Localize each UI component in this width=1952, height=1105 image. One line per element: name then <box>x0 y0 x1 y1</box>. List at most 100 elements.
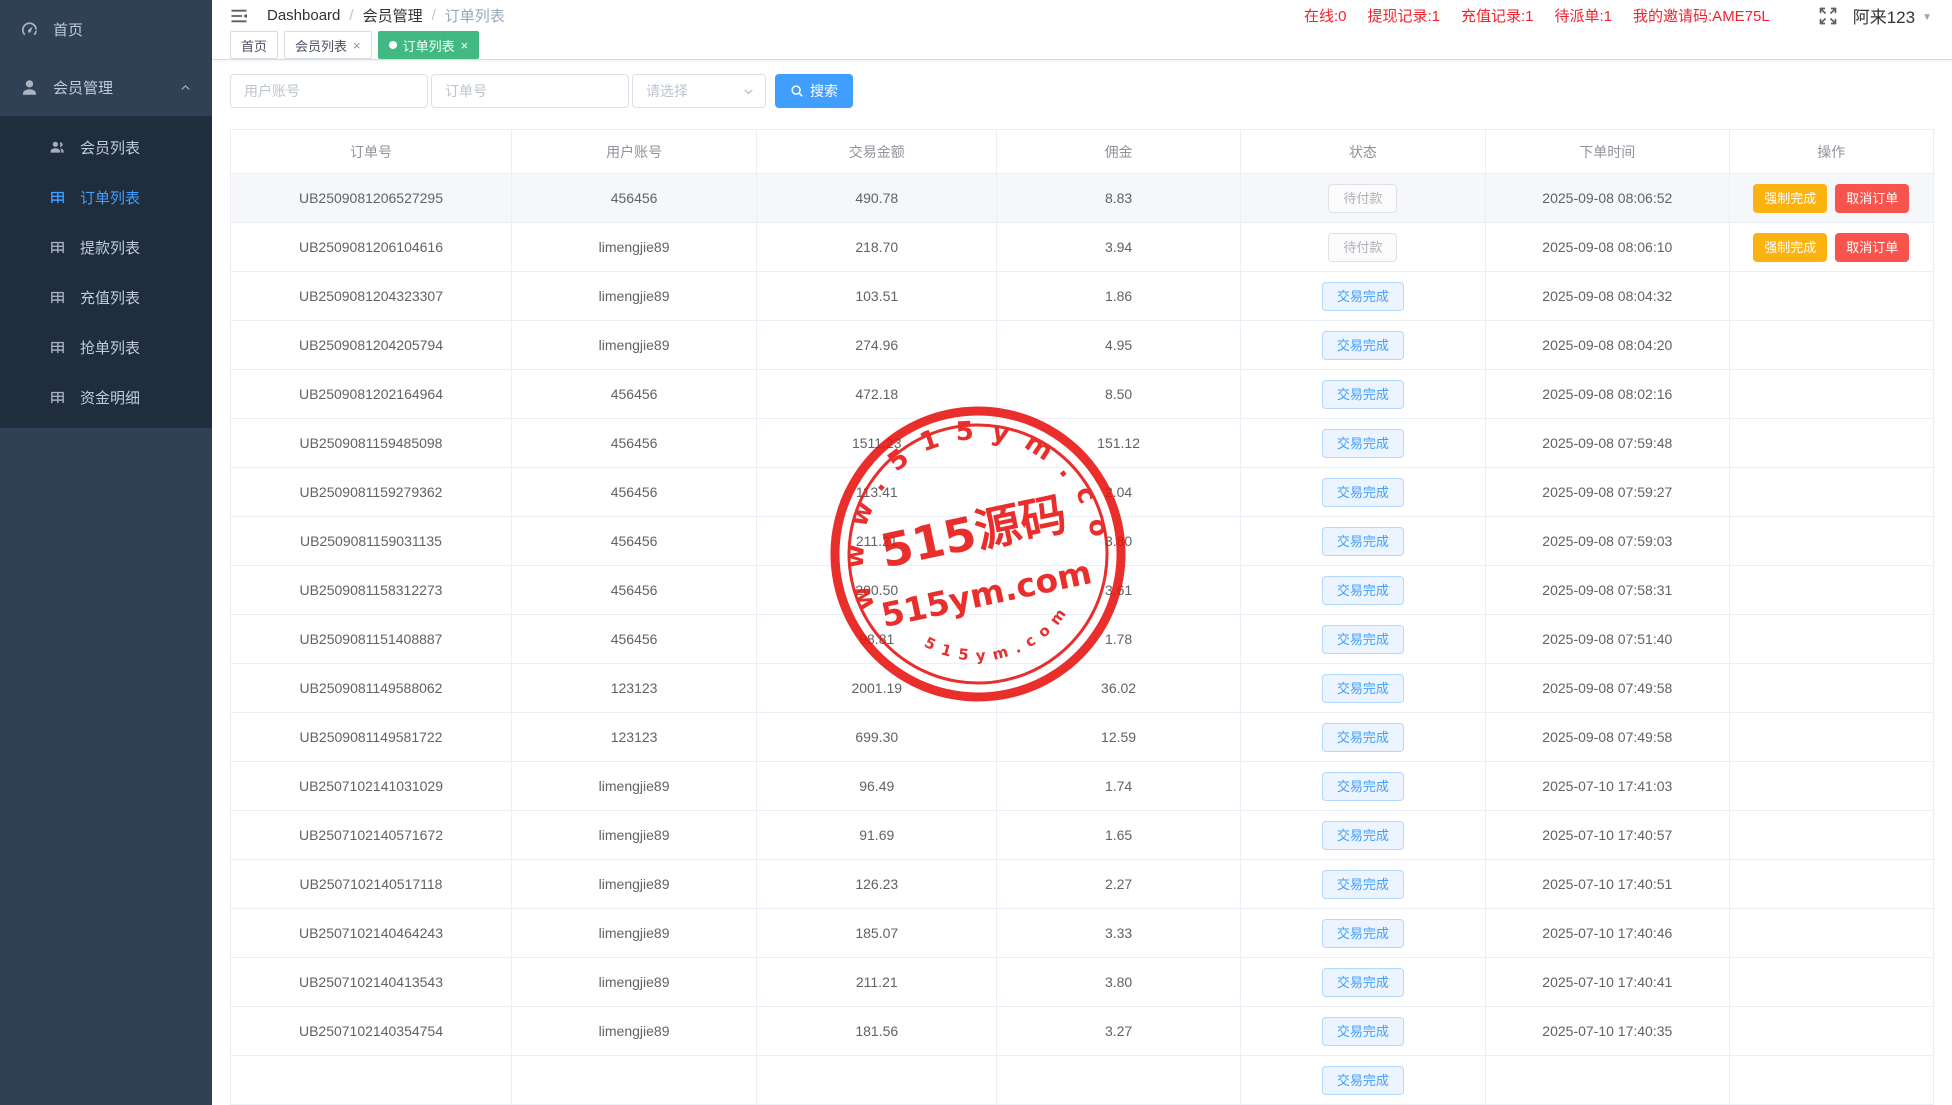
force-complete-button[interactable]: 强制完成 <box>1753 183 1828 213</box>
commission-cell: 1.78 <box>996 614 1241 664</box>
users-icon <box>49 139 66 156</box>
force-complete-button[interactable]: 强制完成 <box>1753 232 1828 262</box>
order-time-cell: 2025-07-10 17:40:41 <box>1485 957 1730 1007</box>
user-account-cell: limengjie89 <box>510 271 758 321</box>
commission-cell: 3.94 <box>996 222 1241 272</box>
user-menu[interactable]: 阿来123 ▼ <box>1853 3 1932 28</box>
user-account-cell: 123123 <box>510 663 758 713</box>
status-badge: 待付款 <box>1328 183 1398 213</box>
status-badge: 交易完成 <box>1321 918 1404 948</box>
table-row: UB2509081206527295 456456 490.78 8.83 待付款 202… <box>230 173 1935 223</box>
order-time-cell: 2025-09-08 08:04:32 <box>1485 271 1730 321</box>
user-account-cell: limengjie89 <box>510 222 758 272</box>
commission-cell: 151.12 <box>996 418 1241 468</box>
status-badge: 交易完成 <box>1321 330 1404 360</box>
breadcrumb: Dashboard / 会员管理 / 订单列表 <box>267 5 505 26</box>
status-select[interactable]: 请选择 <box>632 74 766 108</box>
actions-cell <box>1728 565 1935 615</box>
table-row: UB2509081159031135 456456 211.21 3.80 交易完成 20… <box>230 516 1935 566</box>
sidebar-subitem-2[interactable]: 提款列表 <box>0 222 212 272</box>
table-icon <box>49 189 66 206</box>
commission-cell: 8.83 <box>996 173 1241 223</box>
breadcrumb-item[interactable]: Dashboard <box>267 7 340 24</box>
amount-cell: 96.49 <box>756 761 998 811</box>
header-stat: 我的邀请码:AME75L <box>1633 8 1770 25</box>
table-row: UB2509081151408887 456456 98.81 1.78 交易完成 202… <box>230 614 1935 664</box>
order-no-input[interactable] <box>431 74 629 108</box>
header-stat: 充值记录:1 <box>1460 8 1534 25</box>
amount-cell: 185.07 <box>756 908 998 958</box>
actions-cell <box>1728 1006 1935 1056</box>
order-no-cell: UB2509081204205794 <box>230 320 512 370</box>
close-icon[interactable]: × <box>461 39 469 52</box>
sidebar-subitem-label: 提款列表 <box>80 239 141 257</box>
sidebar-subitem-0[interactable]: 会员列表 <box>0 122 212 172</box>
status-cell: 交易完成 <box>1239 1006 1487 1056</box>
order-time-cell: 2025-09-08 07:49:58 <box>1485 663 1730 713</box>
sidebar-item-label: 会员管理 <box>53 79 114 97</box>
amount-cell: 2001.19 <box>756 663 998 713</box>
username-label: 阿来123 <box>1852 8 1916 27</box>
order-no-cell: UB2507102141031029 <box>230 761 512 811</box>
order-time-cell: 2025-07-10 17:40:46 <box>1485 908 1730 958</box>
status-cell: 待付款 <box>1239 173 1487 223</box>
fullscreen-icon[interactable] <box>1818 6 1838 26</box>
sidebar-subitem-4[interactable]: 抢单列表 <box>0 322 212 372</box>
breadcrumb-separator: / <box>431 7 436 24</box>
amount-cell: 103.51 <box>756 271 998 321</box>
actions-cell <box>1728 418 1935 468</box>
order-time-cell: 2025-07-10 17:41:03 <box>1485 761 1730 811</box>
user-account-cell: 456456 <box>510 369 758 419</box>
tags-view-bar: 首页 会员列表 × 订单列表 × <box>212 31 1952 60</box>
order-time-cell: 2025-09-08 08:02:16 <box>1485 369 1730 419</box>
cancel-order-button[interactable]: 取消订单 <box>1835 183 1910 213</box>
tab-label: 会员列表 <box>295 38 348 54</box>
tab-label: 订单列表 <box>402 38 455 54</box>
amount-cell: 98.81 <box>756 614 998 664</box>
status-cell: 交易完成 <box>1239 565 1487 615</box>
tab-1[interactable]: 会员列表 × <box>284 31 372 59</box>
search-button[interactable]: 搜索 <box>775 74 853 108</box>
sidebar-subitem-label: 资金明细 <box>80 389 141 407</box>
table-header-row: 订单号 用户账号 交易金额 佣金 状态 下单时间 操作 <box>230 129 1935 174</box>
tab-0[interactable]: 首页 <box>230 31 279 59</box>
sidebar-item-member-management[interactable]: 会员管理 <box>0 58 212 116</box>
column-header-4: 状态 <box>1239 129 1487 174</box>
status-badge: 交易完成 <box>1321 428 1404 458</box>
breadcrumb-separator: / <box>349 7 354 24</box>
order-no-cell: UB2509081149588062 <box>230 663 512 713</box>
user-account-input[interactable] <box>230 74 428 108</box>
search-icon <box>790 84 804 98</box>
breadcrumb-item[interactable]: 会员管理 <box>363 5 423 26</box>
column-header-2: 交易金额 <box>756 129 998 174</box>
sidebar-subitem-1[interactable]: 订单列表 <box>0 172 212 222</box>
user-account-cell: 456456 <box>510 173 758 223</box>
close-icon[interactable]: × <box>353 39 361 52</box>
status-cell: 交易完成 <box>1239 957 1487 1007</box>
commission-cell: 12.59 <box>996 712 1241 762</box>
table-row: UB2507102140354754 limengjie89 181.56 3.27 交… <box>230 1006 1935 1056</box>
sidebar-subitem-label: 抢单列表 <box>80 339 141 357</box>
status-badge: 待付款 <box>1328 232 1398 262</box>
status-badge: 交易完成 <box>1321 1016 1404 1046</box>
order-no-cell: UB2509081158312273 <box>230 565 512 615</box>
commission-cell: 3.80 <box>996 516 1241 566</box>
cancel-order-button[interactable]: 取消订单 <box>1835 232 1910 262</box>
status-cell: 交易完成 <box>1239 761 1487 811</box>
table-row: UB2507102140413543 limengjie89 211.21 3.80 交… <box>230 957 1935 1007</box>
order-time-cell: 2025-07-10 17:40:57 <box>1485 810 1730 860</box>
search-button-label: 搜索 <box>810 83 838 99</box>
table-row: UB2507102140571672 limengjie89 91.69 1.65 交易… <box>230 810 1935 860</box>
user-account-cell: 456456 <box>510 565 758 615</box>
table-icon <box>49 239 66 256</box>
table-icon <box>49 339 66 356</box>
hamburger-icon[interactable] <box>228 6 250 26</box>
sidebar-submenu: 会员列表 订单列表提款列表充值列表抢单列表资金明细 <box>0 116 212 428</box>
dashboard-icon <box>20 20 39 39</box>
sidebar-item-home[interactable]: 首页 <box>0 0 212 58</box>
tab-2[interactable]: 订单列表 × <box>377 31 480 59</box>
order-time-cell: 2025-09-08 07:58:31 <box>1485 565 1730 615</box>
sidebar-subitem-3[interactable]: 充值列表 <box>0 272 212 322</box>
actions-cell <box>1728 467 1935 517</box>
sidebar-subitem-5[interactable]: 资金明细 <box>0 372 212 422</box>
